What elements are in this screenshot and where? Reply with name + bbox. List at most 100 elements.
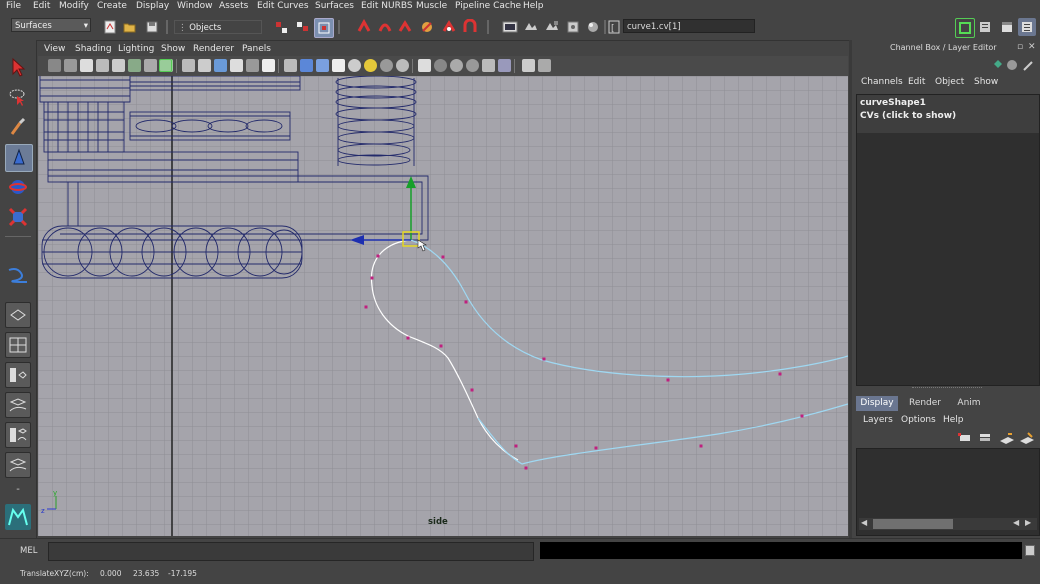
- panel-menu-view[interactable]: View: [44, 44, 65, 54]
- control-vertex[interactable]: [464, 300, 468, 304]
- menu-create[interactable]: Create: [97, 1, 127, 11]
- float-icon[interactable]: ▫: [1017, 42, 1023, 52]
- control-vertex[interactable]: [364, 305, 368, 309]
- menu-display[interactable]: Display: [136, 1, 169, 11]
- viewport-side[interactable]: y z side: [38, 76, 848, 536]
- scroll-right-end-icon[interactable]: ▶: [1025, 518, 1031, 527]
- select-tool-icon[interactable]: [5, 54, 31, 80]
- control-vertex[interactable]: [370, 276, 374, 280]
- resolution-gate-icon[interactable]: [144, 59, 157, 72]
- render-settings-icon[interactable]: [564, 18, 582, 36]
- save-scene-icon[interactable]: [143, 18, 161, 36]
- toggle-modeling-toolkit-icon[interactable]: [955, 18, 975, 38]
- lasso-tool-icon[interactable]: [5, 84, 31, 110]
- close-icon[interactable]: ✕: [1028, 42, 1036, 52]
- quick-select-input[interactable]: curve1.cv[1]: [623, 19, 755, 33]
- control-vertex[interactable]: [594, 446, 598, 450]
- scroll-left-icon[interactable]: ◀: [861, 518, 867, 527]
- sphere-light-icon[interactable]: [450, 59, 463, 72]
- menu-file[interactable]: File: [6, 1, 21, 11]
- grid-icon[interactable]: [112, 59, 125, 72]
- depth-of-field-icon[interactable]: [396, 59, 409, 72]
- film-gate-icon[interactable]: [128, 59, 141, 72]
- select-camera-icon[interactable]: [498, 59, 511, 72]
- ambient-occlusion-icon[interactable]: [316, 59, 329, 72]
- control-vertex[interactable]: [542, 357, 546, 361]
- command-input[interactable]: [48, 542, 534, 561]
- panel-menu-panels[interactable]: Panels: [242, 44, 271, 54]
- viewport-canvas[interactable]: y z: [38, 76, 848, 536]
- paint-select-icon[interactable]: [5, 114, 31, 140]
- selection-mode-dropdown[interactable]: ⋮ Objects: [174, 20, 262, 34]
- curve-tool-icon[interactable]: [5, 262, 31, 288]
- layer-list[interactable]: ◀ ◀ ▶: [856, 448, 1040, 536]
- isolate-select-icon[interactable]: [284, 59, 297, 72]
- snap-curve-icon[interactable]: [376, 18, 394, 36]
- menu-assets[interactable]: Assets: [219, 1, 248, 11]
- checker-icon[interactable]: [332, 59, 345, 72]
- bookmark-icon[interactable]: [80, 59, 93, 72]
- xray-icon[interactable]: [262, 59, 275, 72]
- wire-on-shaded-icon[interactable]: [522, 59, 535, 72]
- menu-modify[interactable]: Modify: [59, 1, 89, 11]
- tool-settings-icon[interactable]: [998, 18, 1016, 36]
- control-vertex[interactable]: [406, 336, 410, 340]
- channels-menu[interactable]: Channels: [861, 77, 903, 87]
- input-mode-icon[interactable]: [: [607, 18, 621, 36]
- control-vertex[interactable]: [376, 254, 380, 258]
- tab-anim[interactable]: Anim: [948, 396, 990, 411]
- control-vertex[interactable]: [666, 378, 670, 382]
- layer-list-scrollbar[interactable]: ◀ ◀ ▶: [859, 518, 1037, 530]
- menu-pipeline-cache[interactable]: Pipeline Cache: [455, 1, 521, 11]
- control-vertex[interactable]: [524, 466, 528, 470]
- edit-menu[interactable]: Edit: [908, 77, 925, 87]
- open-scene-icon[interactable]: [121, 18, 139, 36]
- layout-hypershade-icon[interactable]: [5, 422, 31, 448]
- layout-graph-editor-icon[interactable]: [5, 452, 31, 478]
- new-scene-icon[interactable]: [101, 18, 119, 36]
- help-menu[interactable]: Help: [943, 415, 964, 425]
- select-by-component-icon[interactable]: [314, 18, 334, 38]
- scroll-right-icon[interactable]: ◀: [1013, 518, 1019, 527]
- control-vertex[interactable]: [699, 444, 703, 448]
- menu-edit[interactable]: Edit: [33, 1, 50, 11]
- sphere-gray-icon[interactable]: [434, 59, 447, 72]
- tab-display[interactable]: Display: [856, 396, 898, 411]
- layout-four-icon[interactable]: [5, 332, 31, 358]
- splitter-handle[interactable]: [912, 387, 982, 391]
- snap-point-icon[interactable]: [396, 18, 414, 36]
- menu-help[interactable]: Help: [523, 1, 544, 11]
- snap-live-icon[interactable]: [440, 18, 458, 36]
- sphere-dark-icon[interactable]: [466, 59, 479, 72]
- scale-tool-icon[interactable]: [5, 204, 31, 230]
- image-plane-icon[interactable]: [96, 59, 109, 72]
- panel-menu-show[interactable]: Show: [161, 44, 185, 54]
- layout-persp-graph-icon[interactable]: [5, 392, 31, 418]
- snap-view-plane-icon[interactable]: [418, 18, 436, 36]
- ipr-render-icon[interactable]: [543, 18, 561, 36]
- control-vertex[interactable]: [470, 388, 474, 392]
- panel-menu-lighting[interactable]: Lighting: [118, 44, 154, 54]
- menuset-dropdown[interactable]: Surfaces ▾: [11, 18, 91, 32]
- channel-box-toggle-icon[interactable]: [1018, 18, 1036, 36]
- sphere-shaded-icon[interactable]: [418, 59, 431, 72]
- tab-render[interactable]: Render: [904, 396, 946, 411]
- menu-edit-curves[interactable]: Edit Curves: [257, 1, 309, 11]
- snap-grid-icon[interactable]: [355, 18, 373, 36]
- options-menu[interactable]: Options: [901, 415, 936, 425]
- menu-surfaces[interactable]: Surfaces: [315, 1, 354, 11]
- motion-blur-icon[interactable]: [348, 59, 361, 72]
- layout-single-icon[interactable]: [5, 302, 31, 328]
- hypershade-icon[interactable]: [584, 18, 602, 36]
- field-chart-icon[interactable]: [159, 59, 172, 72]
- control-vertex[interactable]: [441, 255, 445, 259]
- camera-select-icon[interactable]: [48, 59, 61, 72]
- control-vertex[interactable]: [778, 372, 782, 376]
- shadows-icon[interactable]: [246, 59, 259, 72]
- menu-window[interactable]: Window: [177, 1, 213, 11]
- wireframe-icon[interactable]: [182, 59, 195, 72]
- show-menu[interactable]: Show: [974, 77, 998, 87]
- render-view-icon[interactable]: [501, 18, 519, 36]
- cvs-label[interactable]: CVs (click to show): [860, 111, 956, 121]
- command-language-label[interactable]: MEL: [20, 546, 37, 556]
